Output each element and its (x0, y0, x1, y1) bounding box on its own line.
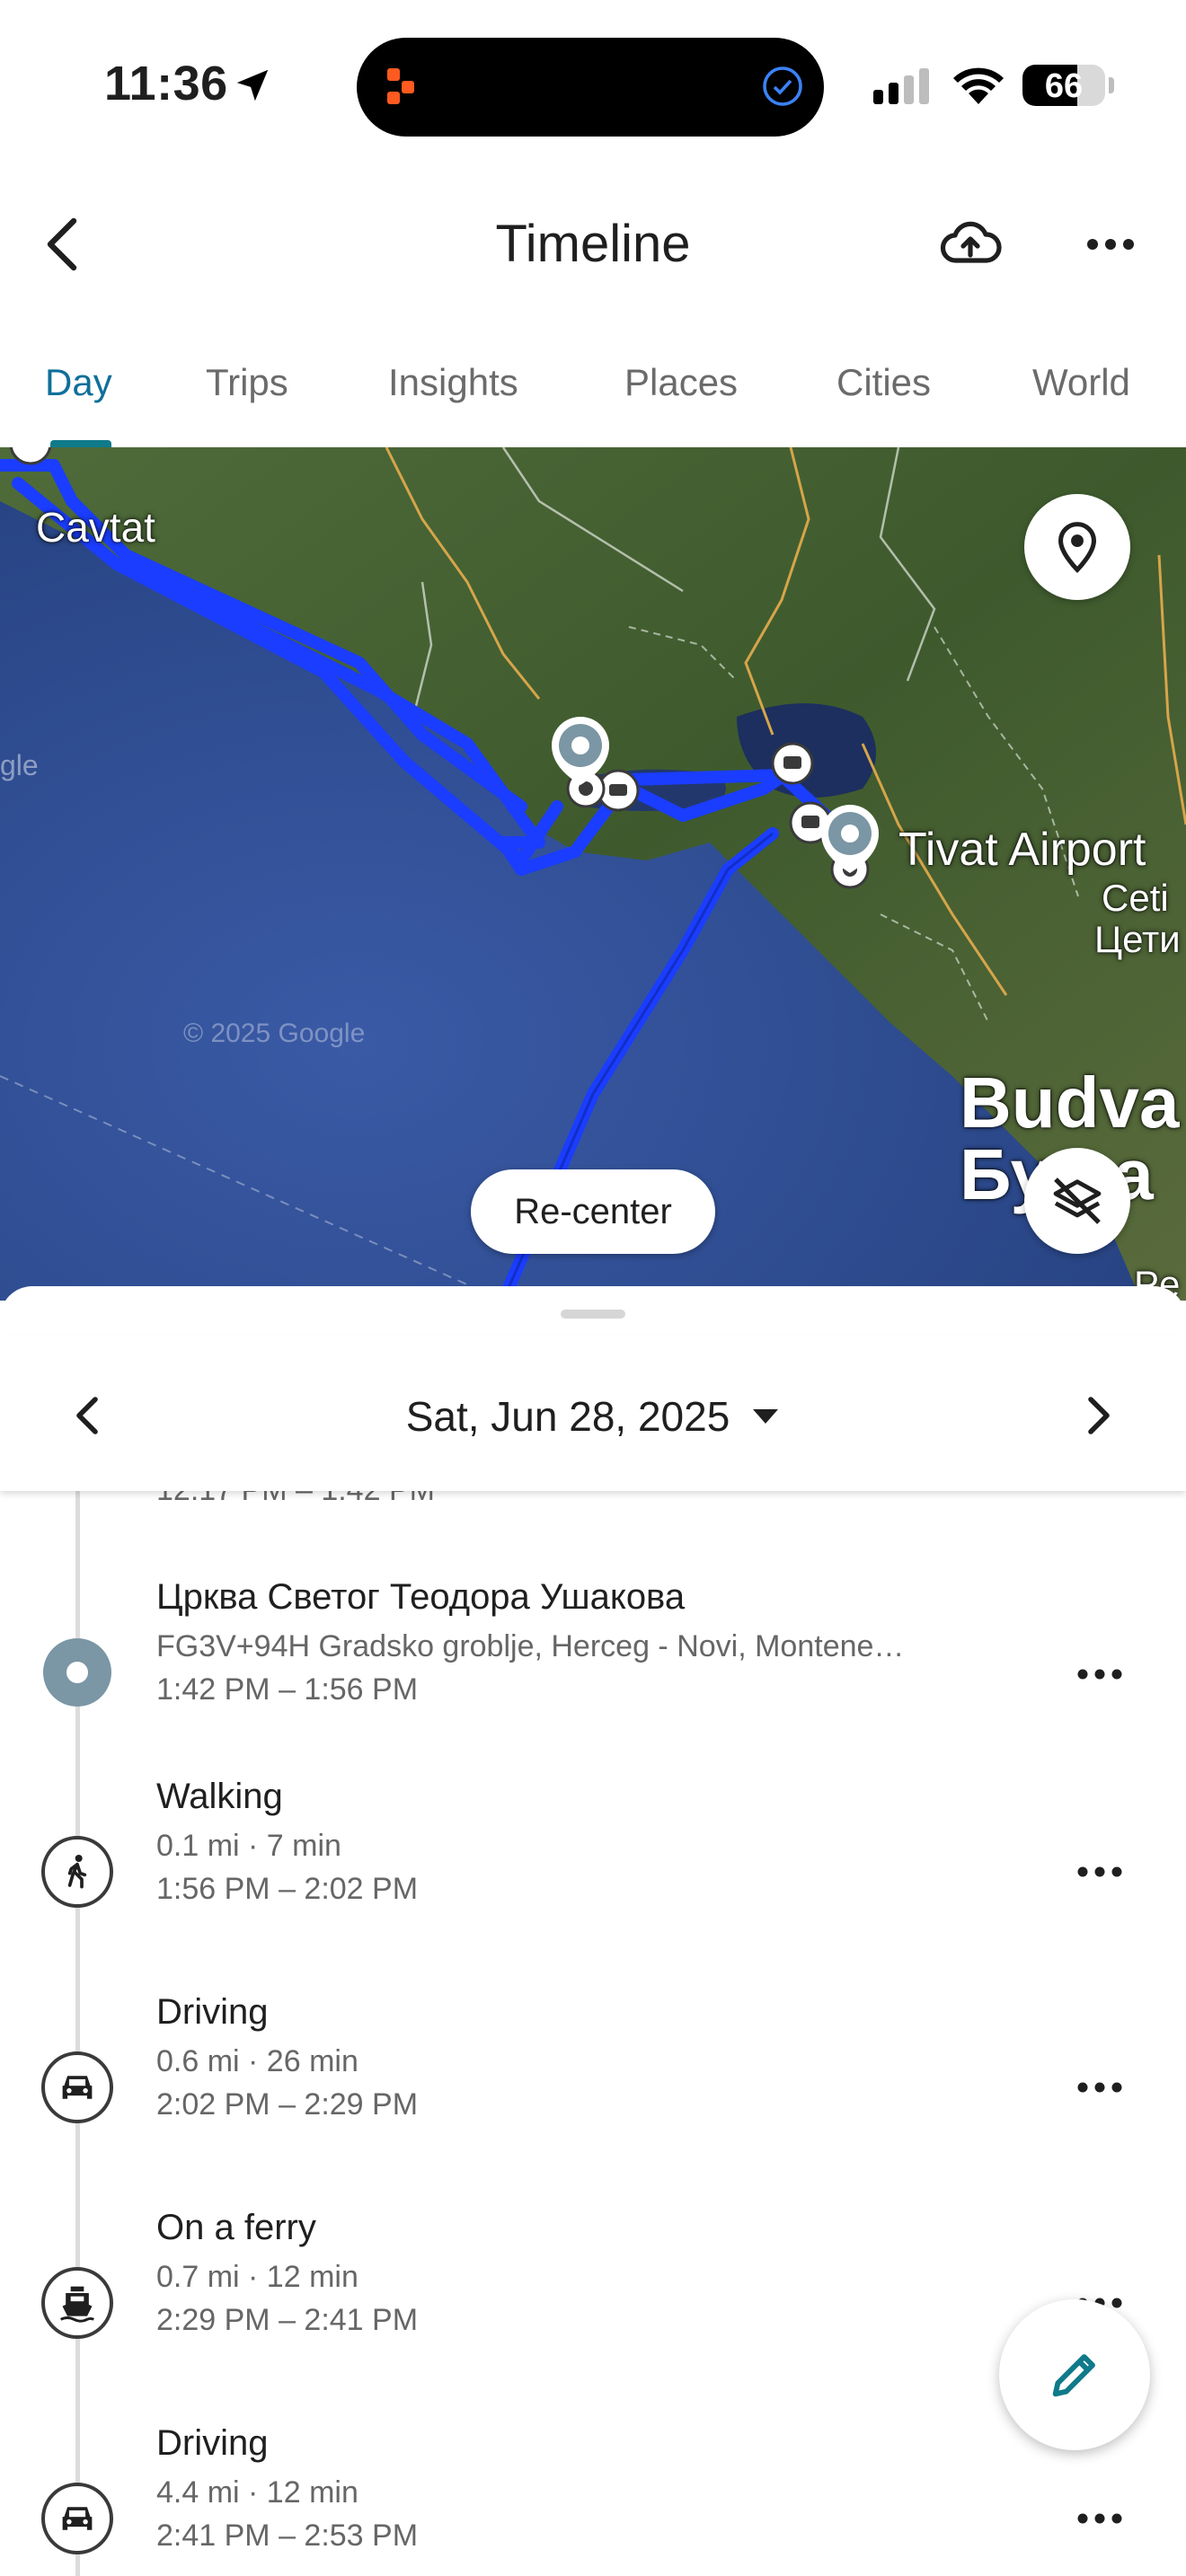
entry-more-button[interactable] (1067, 1647, 1132, 1701)
battery-icon: 66 (1022, 65, 1105, 106)
active-tab-indicator (50, 440, 111, 447)
more-icon (1077, 2082, 1122, 2093)
chevron-left-icon (76, 1397, 98, 1434)
map-label-tivat-airport: Tivat Airport (898, 824, 1146, 876)
signal-icon (873, 68, 929, 104)
entry-time-range: 2:02 PM – 2:29 PM (156, 2087, 419, 2122)
backup-button[interactable] (938, 212, 1003, 277)
battery-level-text: 66 (1044, 67, 1084, 105)
walking-icon (41, 1836, 113, 1908)
status-time: 11:36 (104, 57, 228, 110)
entry-more-button[interactable] (1067, 1845, 1132, 1899)
tab-trips[interactable]: Trips (206, 361, 288, 404)
tab-places[interactable]: Places (624, 361, 738, 404)
entry-title: Driving (156, 1992, 269, 2032)
edit-pencil-icon (1052, 2354, 1095, 2397)
layers-button[interactable] (1024, 1148, 1130, 1254)
map-view[interactable]: Cavtat Tivat Airport Ceti Цети Budva Бу … (0, 447, 1186, 1301)
entry-title: On a ferry (156, 2208, 316, 2247)
map-label-edge-fragment: gle (0, 749, 39, 781)
more-icon (1077, 1866, 1122, 1877)
show-places-button[interactable] (1024, 494, 1130, 600)
car-icon (41, 2483, 113, 2554)
selected-date: Sat, Jun 28, 2025 (405, 1393, 730, 1440)
map-label-ceti-latin: Ceti (1102, 877, 1169, 919)
cloud-upload-icon (940, 221, 1002, 263)
battery-cap (1109, 77, 1114, 93)
entry-more-button[interactable] (1067, 2492, 1132, 2545)
page-title: Timeline (495, 215, 691, 273)
wifi-icon (953, 67, 1004, 104)
sheet-drag-handle[interactable] (561, 1310, 625, 1319)
app-activity-icon (387, 68, 414, 104)
timeline-place-item[interactable]: Црква Светог Теодора Ушакова FG3V+94H Gr… (0, 1577, 1186, 1739)
entry-title: Driving (156, 2423, 269, 2463)
app-bar: Timeline (0, 162, 1186, 323)
date-navigation: Sat, Jun 28, 2025 (0, 1337, 1186, 1491)
chevron-right-icon (1088, 1397, 1110, 1434)
location-arrow-icon (236, 69, 269, 101)
previous-day-button[interactable] (54, 1383, 119, 1448)
entry-title: Walking (156, 1777, 283, 1816)
more-options-button[interactable] (1078, 212, 1143, 277)
entry-time-range: 2:41 PM – 2:53 PM (156, 2519, 419, 2553)
map-label-cavtat: Cavtat (36, 504, 155, 551)
layers-off-icon (1053, 1178, 1102, 1224)
map-watermark: © 2025 Google (183, 1019, 366, 1048)
timeline-list: 12:17 PM – 1:42 PM Црква Светог Теодора … (0, 1473, 1186, 2576)
entry-distance-duration: 0.7 mi · 12 min (156, 2260, 358, 2294)
tab-bar: Day Trips Insights Places Cities World (0, 341, 1186, 447)
status-bar: 11:36 66 (0, 0, 1186, 162)
entry-title: Црква Светог Теодора Ушакова (156, 1577, 686, 1617)
map-label-budva-latin: Budva (960, 1063, 1180, 1142)
entry-time-range: 1:42 PM – 1:56 PM (156, 1672, 419, 1707)
map-pin-icon (1058, 522, 1097, 573)
next-day-button[interactable] (1067, 1383, 1132, 1448)
tab-cities[interactable]: Cities (836, 361, 931, 404)
map-label-ceti-cyrillic: Цети (1094, 918, 1181, 960)
more-icon (1077, 2513, 1122, 2524)
entry-distance-duration: 0.6 mi · 26 min (156, 2044, 358, 2078)
dynamic-island[interactable] (357, 38, 824, 137)
tab-world[interactable]: World (1032, 361, 1130, 404)
entry-distance-duration: 4.4 mi · 12 min (156, 2475, 358, 2510)
edit-timeline-button[interactable] (999, 2299, 1150, 2450)
dropdown-triangle-icon (753, 1409, 779, 1424)
tab-insights[interactable]: Insights (388, 361, 518, 404)
place-pin-icon (43, 1638, 111, 1707)
recenter-button[interactable]: Re-center (471, 1169, 715, 1254)
car-icon (41, 2051, 113, 2123)
entry-time-range: 1:56 PM – 2:02 PM (156, 1872, 419, 1906)
date-picker-button[interactable]: Sat, Jun 28, 2025 (359, 1385, 827, 1448)
tab-day[interactable]: Day (45, 361, 112, 404)
ferry-icon (41, 2267, 113, 2339)
entry-time-range: 2:29 PM – 2:41 PM (156, 2303, 419, 2337)
timeline-activity-item[interactable]: Driving 4.4 mi · 12 min 2:41 PM – 2:53 P… (0, 2423, 1186, 2576)
timeline-activity-item[interactable]: Driving 0.6 mi · 26 min 2:02 PM – 2:29 P… (0, 1992, 1186, 2154)
check-circle-icon (763, 66, 802, 106)
more-icon (1077, 1669, 1122, 1680)
entry-more-button[interactable] (1067, 2060, 1132, 2114)
entry-address: FG3V+94H Gradsko groblje, Herceg - Novi,… (156, 1629, 905, 1663)
timeline-activity-item[interactable]: Walking 0.1 mi · 7 min 1:56 PM – 2:02 PM (0, 1777, 1186, 1938)
more-icon (1087, 239, 1134, 250)
entry-distance-duration: 0.1 mi · 7 min (156, 1829, 341, 1863)
